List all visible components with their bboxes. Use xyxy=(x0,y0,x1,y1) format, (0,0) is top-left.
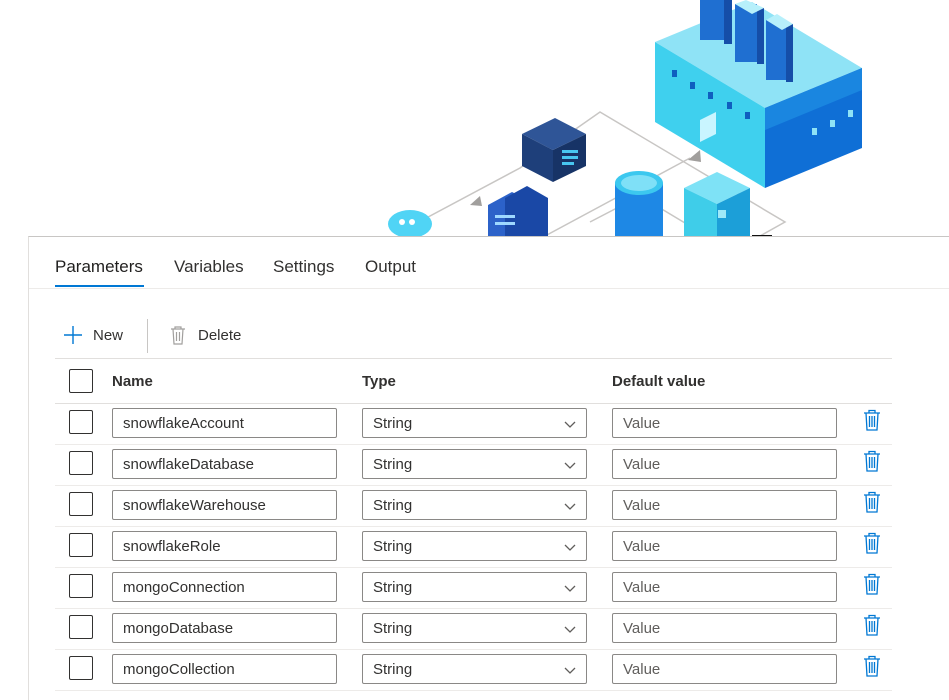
parameter-name-input[interactable] xyxy=(112,654,337,684)
chevron-down-icon xyxy=(564,544,576,551)
trash-icon[interactable] xyxy=(862,491,882,513)
parameter-type-value: String xyxy=(373,456,413,473)
column-header-name: Name xyxy=(112,373,153,390)
parameter-name-input[interactable] xyxy=(112,449,337,479)
row-checkbox[interactable] xyxy=(69,410,93,434)
chevron-down-icon xyxy=(564,503,576,510)
row-checkbox[interactable] xyxy=(69,656,93,680)
parameter-type-value: String xyxy=(373,497,413,514)
new-button[interactable]: New xyxy=(63,315,123,355)
chevron-down-icon xyxy=(564,667,576,674)
parameter-type-value: String xyxy=(373,538,413,555)
parameter-type-dropdown[interactable]: String xyxy=(362,613,587,643)
table-header: Name Type Default value xyxy=(29,359,949,403)
pipeline-editor: Parameters Variables Settings Output New… xyxy=(0,0,949,700)
parameter-type-value: String xyxy=(373,579,413,596)
default-value-input[interactable] xyxy=(612,408,837,438)
row-checkbox[interactable] xyxy=(69,574,93,598)
default-value-input[interactable] xyxy=(612,654,837,684)
parameter-type-dropdown[interactable]: String xyxy=(362,408,587,438)
default-value-input[interactable] xyxy=(612,490,837,520)
delete-button[interactable]: Delete xyxy=(168,315,241,355)
new-button-label: New xyxy=(93,326,124,344)
table-row: String xyxy=(29,568,949,609)
tab-settings[interactable]: Settings xyxy=(273,257,334,277)
default-value-input[interactable] xyxy=(612,449,837,479)
row-divider xyxy=(55,690,892,691)
trash-icon[interactable] xyxy=(862,450,882,472)
chevron-down-icon xyxy=(564,462,576,469)
parameters-table-body: String String xyxy=(29,404,949,691)
table-row: String xyxy=(29,486,949,527)
pipeline-properties-panel: Parameters Variables Settings Output New… xyxy=(28,236,949,700)
select-all-checkbox[interactable] xyxy=(69,369,93,393)
parameters-toolbar: New Delete xyxy=(29,315,949,355)
plus-icon xyxy=(64,326,82,344)
tab-bar: Parameters Variables Settings Output xyxy=(29,237,949,289)
column-header-type: Type xyxy=(362,373,396,390)
default-value-input[interactable] xyxy=(612,531,837,561)
toolbar-divider xyxy=(147,319,148,353)
trash-icon xyxy=(171,326,185,345)
active-tab-indicator xyxy=(55,285,144,287)
row-checkbox[interactable] xyxy=(69,615,93,639)
table-row: String xyxy=(29,404,949,445)
chevron-down-icon xyxy=(564,626,576,633)
factory-illustration-art xyxy=(388,0,862,236)
trash-icon[interactable] xyxy=(862,655,882,677)
table-row: String xyxy=(29,527,949,568)
chevron-down-icon xyxy=(564,421,576,428)
parameter-type-dropdown[interactable]: String xyxy=(362,531,587,561)
parameter-type-dropdown[interactable]: String xyxy=(362,449,587,479)
data-factory-illustration xyxy=(0,0,949,236)
row-checkbox[interactable] xyxy=(69,451,93,475)
row-checkbox[interactable] xyxy=(69,492,93,516)
column-header-default-value: Default value xyxy=(612,373,706,390)
parameter-name-input[interactable] xyxy=(112,531,337,561)
parameter-name-input[interactable] xyxy=(112,408,337,438)
tab-parameters[interactable]: Parameters xyxy=(55,257,143,277)
table-row: String xyxy=(29,445,949,486)
row-checkbox[interactable] xyxy=(69,533,93,557)
parameter-type-dropdown[interactable]: String xyxy=(362,490,587,520)
parameter-type-value: String xyxy=(373,620,413,637)
tab-variables[interactable]: Variables xyxy=(174,257,244,277)
parameter-type-dropdown[interactable]: String xyxy=(362,572,587,602)
chevron-down-icon xyxy=(564,585,576,592)
default-value-input[interactable] xyxy=(612,572,837,602)
trash-icon[interactable] xyxy=(862,573,882,595)
parameter-name-input[interactable] xyxy=(112,613,337,643)
parameter-name-input[interactable] xyxy=(112,490,337,520)
trash-icon[interactable] xyxy=(862,409,882,431)
table-row: String xyxy=(29,609,949,650)
trash-icon[interactable] xyxy=(862,532,882,554)
parameter-type-dropdown[interactable]: String xyxy=(362,654,587,684)
parameter-name-input[interactable] xyxy=(112,572,337,602)
table-row: String xyxy=(29,650,949,691)
parameter-type-value: String xyxy=(373,661,413,678)
trash-icon[interactable] xyxy=(862,614,882,636)
parameter-type-value: String xyxy=(373,415,413,432)
default-value-input[interactable] xyxy=(612,613,837,643)
delete-button-label: Delete xyxy=(198,326,242,344)
tab-output[interactable]: Output xyxy=(365,257,416,277)
